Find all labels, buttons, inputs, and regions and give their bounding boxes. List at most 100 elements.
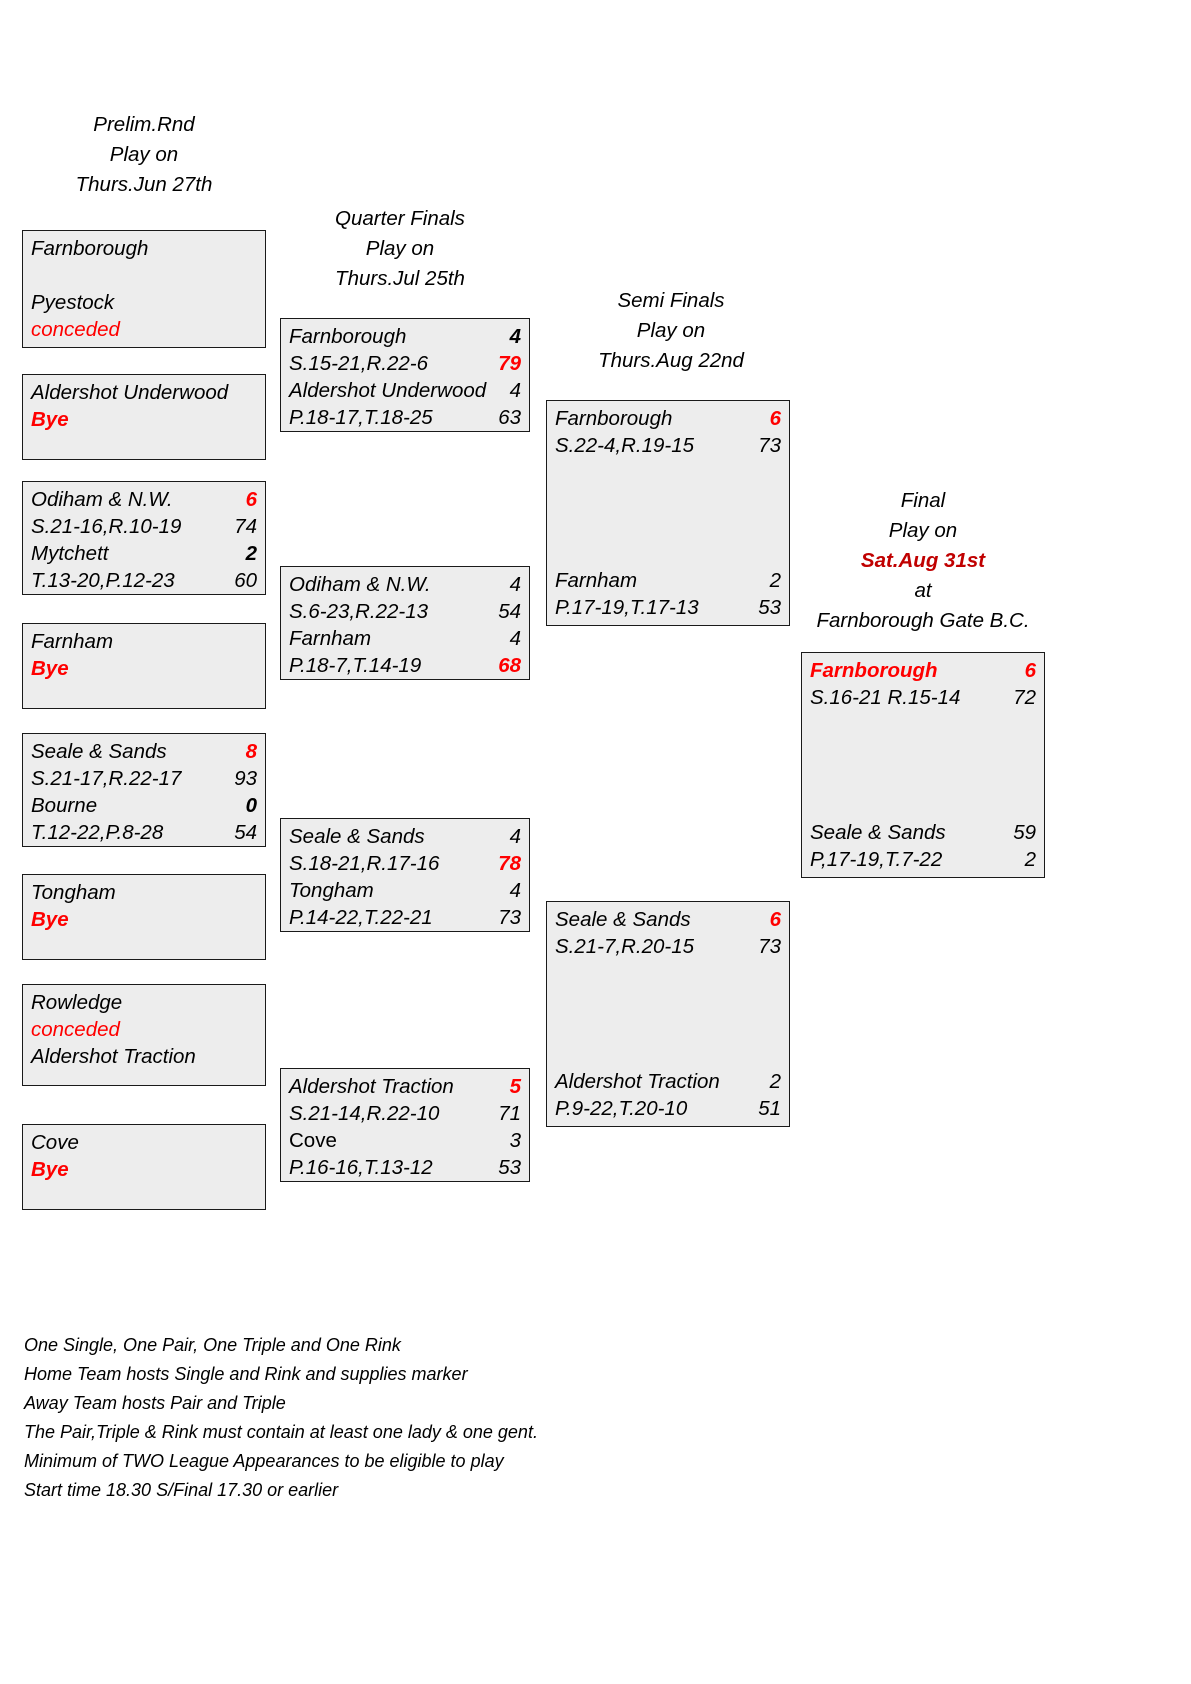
prelim-match-3[interactable]: Odiham & N.W. 6 S.21-16,R.10-19 74 Mytch… bbox=[22, 481, 266, 595]
quarter-final-match-4[interactable]: Aldershot Traction 5 S.21-14,R.22-10 71 … bbox=[280, 1068, 530, 1182]
table-row: P.16-16,T.13-12 53 bbox=[289, 1154, 521, 1181]
team-score: 6 bbox=[245, 488, 257, 511]
team-score: 4 bbox=[509, 573, 521, 596]
table-row: S.15-21,R.22-6 79 bbox=[289, 350, 521, 377]
team-name: Aldershot Traction bbox=[31, 1045, 196, 1068]
game-detail: P.17-19,T.17-13 bbox=[555, 596, 699, 619]
rule-line: Home Team hosts Single and Rink and supp… bbox=[24, 1364, 468, 1384]
team-name: Cove bbox=[289, 1129, 337, 1152]
team-score: 4 bbox=[509, 825, 521, 848]
prelim-match-6[interactable]: Tongham Bye bbox=[22, 874, 266, 960]
quarter-final-match-3[interactable]: Seale & Sands 4 S.18-21,R.17-16 78 Tongh… bbox=[280, 818, 530, 932]
semi-final-match-2[interactable]: Seale & Sands 6 S.21-7,R.20-15 73 Alders… bbox=[546, 901, 790, 1127]
table-row: P.18-17,T.18-25 63 bbox=[289, 404, 521, 431]
team-name: Rowledge bbox=[31, 991, 123, 1014]
table-row: P,17-19,T.7-22 2 bbox=[810, 846, 1036, 873]
prelim-header-line3: Thurs.Jun 27th bbox=[75, 173, 213, 196]
quarter-final-match-1[interactable]: Farnborough 4 S.15-21,R.22-6 79 Aldersho… bbox=[280, 318, 530, 432]
shot-total: 74 bbox=[234, 515, 257, 538]
team-name: Bourne bbox=[31, 794, 98, 817]
prelim-round-header: Prelim.Rnd Play on Thurs.Jun 27th bbox=[24, 110, 264, 200]
table-row: conceded bbox=[31, 1016, 257, 1043]
table-row: Seale & Sands 8 bbox=[31, 738, 257, 765]
table-row: Bye bbox=[31, 906, 257, 933]
prelim-match-8[interactable]: Cove Bye bbox=[22, 1124, 266, 1210]
status-badge: Bye bbox=[31, 657, 69, 680]
team-score: 2 bbox=[769, 1070, 781, 1093]
shot-total: 51 bbox=[758, 1097, 781, 1120]
team-score: 0 bbox=[245, 794, 257, 817]
team-score: 2 bbox=[1024, 848, 1036, 871]
competition-rules-notes: One Single, One Pair, One Triple and One… bbox=[24, 1331, 538, 1505]
table-row: S.21-16,R.10-19 74 bbox=[31, 513, 257, 540]
table-row: Farnborough 6 bbox=[810, 657, 1036, 684]
semi-final-match-1[interactable]: Farnborough 6 S.22-4,R.19-15 73 Farnham … bbox=[546, 400, 790, 626]
team-name: Odiham & N.W. bbox=[289, 573, 431, 596]
team-score: 6 bbox=[769, 908, 781, 931]
game-detail: T.13-20,P.12-23 bbox=[31, 569, 175, 592]
table-row: Farnborough 6 bbox=[555, 405, 781, 432]
table-row: Rowledge bbox=[31, 989, 257, 1016]
table-row: Aldershot Underwood 4 bbox=[289, 377, 521, 404]
team-name: Aldershot Underwood bbox=[289, 379, 487, 402]
team-name: Cove bbox=[31, 1131, 79, 1154]
table-row: Mytchett 2 bbox=[31, 540, 257, 567]
game-detail: P.14-22,T.22-21 bbox=[289, 906, 433, 929]
table-row: Seale & Sands 4 bbox=[289, 823, 521, 850]
table-row: Cove bbox=[31, 1129, 257, 1156]
shot-total: 54 bbox=[234, 821, 257, 844]
table-row: Bye bbox=[31, 1156, 257, 1183]
status-badge: Bye bbox=[31, 908, 69, 931]
quarter-final-match-2[interactable]: Odiham & N.W. 4 S.6-23,R.22-13 54 Farnha… bbox=[280, 566, 530, 680]
game-detail: S.21-7,R.20-15 bbox=[555, 935, 695, 958]
semi-header-line3: Thurs.Aug 22nd bbox=[598, 349, 744, 372]
team-score: 6 bbox=[769, 407, 781, 430]
prelim-match-5[interactable]: Seale & Sands 8 S.21-17,R.22-17 93 Bourn… bbox=[22, 733, 266, 847]
table-row: Bye bbox=[31, 406, 257, 433]
shot-total: 60 bbox=[234, 569, 257, 592]
team-name: Tongham bbox=[31, 881, 116, 904]
team-name: Farnborough bbox=[289, 325, 407, 348]
table-row: S.21-14,R.22-10 71 bbox=[289, 1100, 521, 1127]
shot-total: 73 bbox=[498, 906, 521, 929]
team-name: Farnham bbox=[555, 569, 638, 592]
table-row: Aldershot Traction 5 bbox=[289, 1073, 521, 1100]
table-row: S.22-4,R.19-15 73 bbox=[555, 432, 781, 459]
shot-total: 59 bbox=[1013, 821, 1036, 844]
rule-line: Minimum of TWO League Appearances to be … bbox=[24, 1451, 504, 1471]
quarter-finals-header: Quarter Finals Play on Thurs.Jul 25th bbox=[280, 204, 520, 294]
team-name: Pyestock bbox=[31, 291, 115, 314]
semi-header-line1: Semi Finals bbox=[617, 289, 725, 312]
prelim-match-4[interactable]: Farnham Bye bbox=[22, 623, 266, 709]
final-header-line4: at bbox=[914, 579, 932, 602]
team-score: 4 bbox=[509, 379, 521, 402]
status-badge: Bye bbox=[31, 1158, 69, 1181]
table-row: S.6-23,R.22-13 54 bbox=[289, 598, 521, 625]
final-header: Final Play on Sat.Aug 31st at Farnboroug… bbox=[798, 486, 1048, 636]
table-row: Tongham 4 bbox=[289, 877, 521, 904]
table-row: Bourne 0 bbox=[31, 792, 257, 819]
game-detail: S.21-16,R.10-19 bbox=[31, 515, 182, 538]
team-name: Farnham bbox=[31, 630, 114, 653]
team-name: Seale & Sands bbox=[810, 821, 946, 844]
rule-line: Start time 18.30 S/Final 17.30 or earlie… bbox=[24, 1480, 339, 1500]
prelim-match-7[interactable]: Rowledge conceded Aldershot Traction bbox=[22, 984, 266, 1086]
team-score: 4 bbox=[509, 879, 521, 902]
table-row: Farnham 2 bbox=[555, 567, 781, 594]
rule-line: Away Team hosts Pair and Triple bbox=[24, 1393, 286, 1413]
rule-line: One Single, One Pair, One Triple and One… bbox=[24, 1335, 401, 1355]
shot-total: 93 bbox=[234, 767, 257, 790]
prelim-match-1[interactable]: Farnborough Pyestock conceded bbox=[22, 230, 266, 348]
status-badge: Bye bbox=[31, 408, 69, 431]
team-score: 4 bbox=[509, 325, 521, 348]
final-match[interactable]: Farnborough 6 S.16-21 R.15-14 72 Seale &… bbox=[801, 652, 1045, 878]
team-score: 5 bbox=[509, 1075, 521, 1098]
prelim-match-2[interactable]: Aldershot Underwood Bye bbox=[22, 374, 266, 460]
table-row: Farnham 4 bbox=[289, 625, 521, 652]
game-detail: S.6-23,R.22-13 bbox=[289, 600, 429, 623]
table-row-spacer bbox=[31, 262, 257, 289]
table-row: S.16-21 R.15-14 72 bbox=[810, 684, 1036, 711]
shot-total: 72 bbox=[1013, 686, 1036, 709]
semi-header-line2: Play on bbox=[636, 319, 706, 342]
table-row: Odiham & N.W. 4 bbox=[289, 571, 521, 598]
